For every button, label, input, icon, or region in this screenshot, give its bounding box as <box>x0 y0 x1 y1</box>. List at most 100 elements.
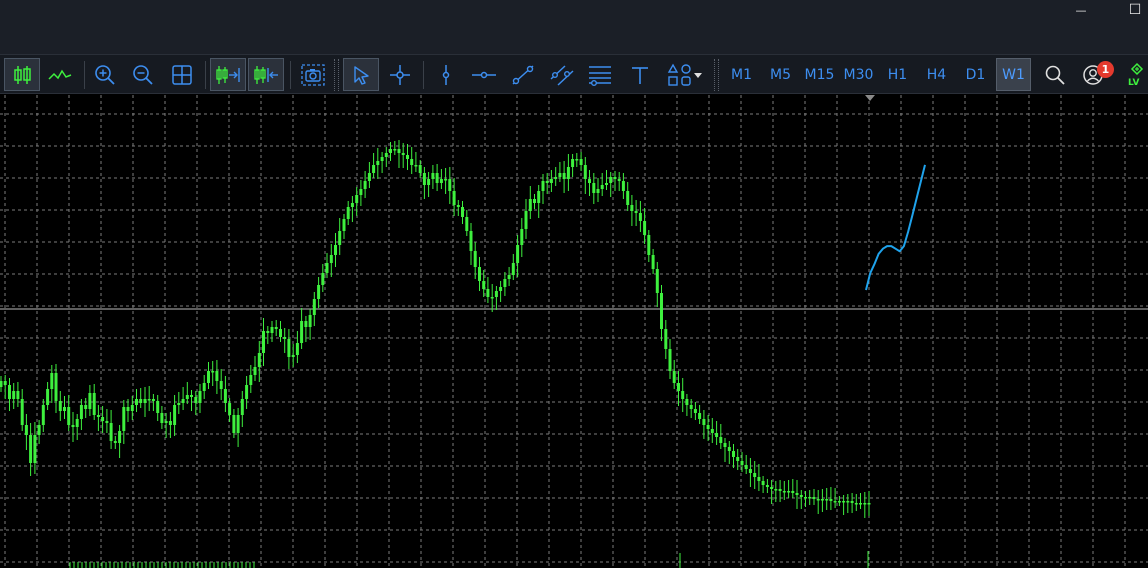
toolbar-separator <box>423 61 424 89</box>
grid-button[interactable] <box>164 58 200 91</box>
candle-body <box>346 207 350 219</box>
zoom-in-button[interactable] <box>87 58 123 91</box>
candle-body <box>456 205 460 207</box>
timeframe-h1-button[interactable]: H1 <box>879 58 916 91</box>
candle-body <box>571 159 575 167</box>
candle-body <box>723 443 727 447</box>
candle-body <box>638 213 642 221</box>
candle-body <box>126 407 130 411</box>
candle-body <box>50 373 54 389</box>
candle-body <box>215 371 219 381</box>
candle-body <box>249 375 253 385</box>
toolbar-grip[interactable] <box>714 59 719 91</box>
fibonacci-button[interactable] <box>582 58 618 91</box>
line-chart-button[interactable] <box>42 58 78 91</box>
candle-body <box>736 457 740 461</box>
shapes-dropdown-button[interactable] <box>661 58 709 91</box>
notification-badge: 1 <box>1097 61 1114 78</box>
candle-body <box>181 399 185 403</box>
candle-body <box>156 401 160 413</box>
chart-canvas[interactable] <box>0 95 1148 568</box>
candle-body <box>592 183 596 193</box>
text-icon <box>632 66 648 84</box>
crosshair-button[interactable] <box>382 58 418 91</box>
chart-shift-button[interactable] <box>248 58 284 91</box>
trend-line-button[interactable] <box>505 58 541 91</box>
candle-body <box>782 491 786 493</box>
timeframe-m15-button[interactable]: M15 <box>801 58 838 91</box>
timeframe-h4-button[interactable]: H4 <box>918 58 955 91</box>
candle-body <box>706 425 710 429</box>
maximize-icon: ☐ <box>1128 2 1142 18</box>
zoom-out-button[interactable] <box>125 58 161 91</box>
candle-body <box>185 395 189 399</box>
candle-body <box>626 191 630 205</box>
timeframe-m30-button[interactable]: M30 <box>840 58 877 91</box>
auto-scroll-icon <box>216 65 240 84</box>
candle-body <box>342 219 346 231</box>
candlestick-chart-button[interactable] <box>4 58 40 91</box>
candle-body <box>418 165 422 173</box>
minimize-button[interactable]: — <box>1066 0 1096 20</box>
candle-body <box>693 409 697 413</box>
candle-body <box>444 179 448 181</box>
candle-body <box>96 415 100 417</box>
toolbar-grip[interactable] <box>334 59 339 91</box>
svg-text:LV: LV <box>1128 78 1139 88</box>
screenshot-button[interactable] <box>295 58 331 91</box>
price-chart[interactable] <box>0 95 1148 568</box>
candle-body <box>596 189 600 193</box>
candle-body <box>257 353 261 367</box>
candle-body <box>804 497 807 499</box>
timeframe-m5-button[interactable]: M5 <box>762 58 799 91</box>
candle-body <box>575 159 579 161</box>
candle-body <box>672 371 676 383</box>
horizontal-line-button[interactable] <box>466 58 502 91</box>
shapes-icon <box>667 63 691 86</box>
candle-body <box>668 349 672 371</box>
candle-body <box>202 383 206 391</box>
candle-body <box>291 355 295 357</box>
cursor-button[interactable] <box>343 58 379 91</box>
equidistant-channel-button[interactable] <box>544 58 580 91</box>
timeframe-d1-button[interactable]: D1 <box>957 58 994 91</box>
candle-body <box>79 405 83 419</box>
candle-body <box>376 161 380 165</box>
candle-body <box>300 321 304 343</box>
search-button[interactable] <box>1037 58 1073 91</box>
live-signal-button[interactable]: LV <box>1126 58 1148 91</box>
maximize-button[interactable]: ☐ <box>1122 0 1148 20</box>
candle-body <box>727 447 731 451</box>
text-button[interactable] <box>622 58 658 91</box>
candle-body <box>46 389 50 405</box>
candle-body <box>710 429 714 433</box>
candle-body <box>651 255 655 269</box>
timeframe-m1-button[interactable]: M1 <box>723 58 760 91</box>
candle-body <box>507 275 511 279</box>
candle-body <box>588 179 591 183</box>
horizontal-line-icon <box>472 71 496 78</box>
candle-body <box>8 385 11 399</box>
candle-body <box>3 381 7 385</box>
candle-body <box>151 399 155 401</box>
candle-body <box>499 287 503 291</box>
candle-body <box>279 329 282 337</box>
candle-body <box>164 421 168 423</box>
candle-body <box>719 437 723 443</box>
candle-body <box>389 149 392 153</box>
candle-body <box>715 433 719 437</box>
chart-shift-icon <box>254 65 278 84</box>
zoom-in-icon <box>95 64 115 85</box>
candle-body <box>130 405 134 411</box>
candle-body <box>54 373 58 401</box>
candle-body <box>177 403 181 405</box>
candle-body <box>363 181 367 189</box>
timeframe-w1-button[interactable]: W1 <box>996 58 1031 91</box>
candle-body <box>787 491 791 493</box>
candle-body <box>168 421 172 425</box>
candle-body <box>554 177 558 179</box>
candle-body <box>600 185 604 189</box>
auto-scroll-button[interactable] <box>210 58 246 91</box>
vertical-line-button[interactable] <box>428 58 464 91</box>
candle-body <box>677 383 680 391</box>
